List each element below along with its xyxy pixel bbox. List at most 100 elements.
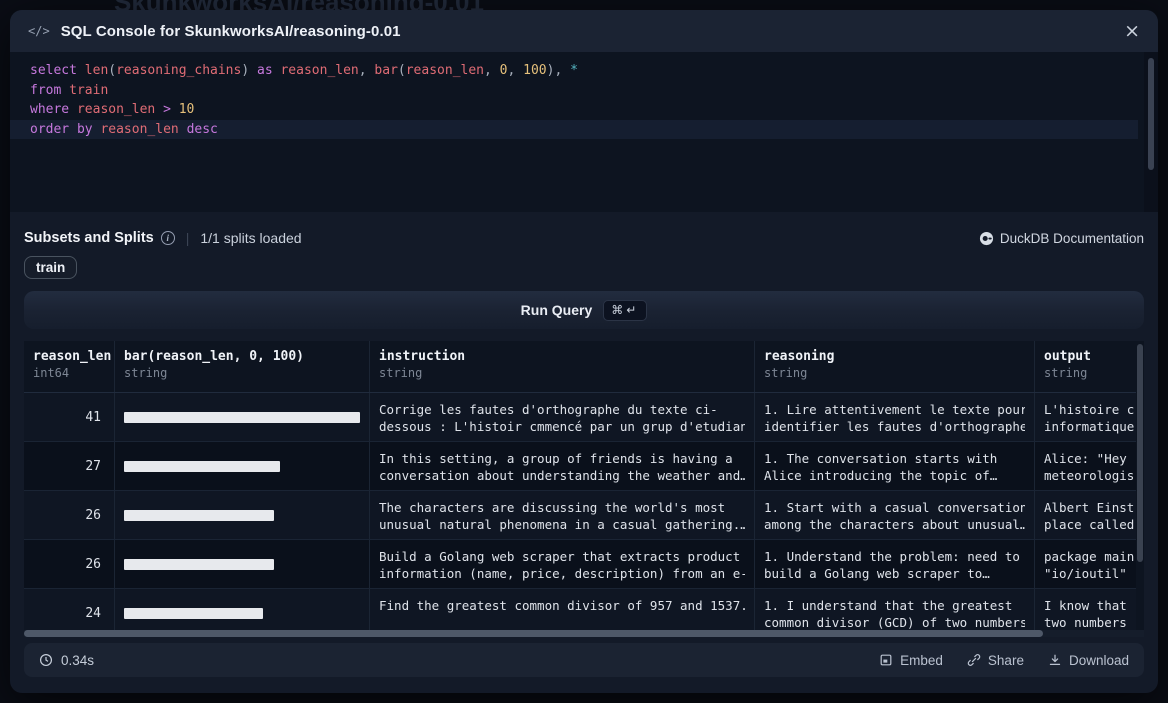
- editor-scrollbar-thumb[interactable]: [1148, 58, 1154, 170]
- cell-reason-len[interactable]: 26: [24, 491, 115, 539]
- divider: |: [186, 230, 190, 246]
- column-name: instruction: [379, 349, 745, 364]
- cell-line: place called: [1044, 516, 1135, 533]
- cell-line: Alice: "Hey g: [1044, 450, 1135, 467]
- cell-output[interactable]: Albert Einsteplace called: [1035, 491, 1144, 539]
- column-header-instruction: instruction string: [370, 341, 755, 392]
- sql-token: (: [108, 63, 116, 78]
- sql-token: [179, 122, 187, 137]
- cell-line: In this setting, a group of friends is h…: [379, 450, 745, 467]
- cell-reasoning[interactable]: 1. Understand the problem: need tobuild …: [755, 540, 1035, 588]
- cell-bar[interactable]: [115, 491, 370, 539]
- download-button[interactable]: Download: [1048, 653, 1129, 668]
- cell-line: conversation about understanding the wea…: [379, 467, 745, 484]
- duckdb-documentation-link[interactable]: DuckDB Documentation: [979, 231, 1144, 246]
- cell-reason-len[interactable]: 26: [24, 540, 115, 588]
- cell-reasoning[interactable]: 1. Start with a casual conversationamong…: [755, 491, 1035, 539]
- cell-reasoning[interactable]: 1. The conversation starts withAlice int…: [755, 442, 1035, 490]
- code-line: from train: [10, 81, 1138, 101]
- splits-chip-row: train: [24, 256, 1144, 279]
- cell-line: identifier les fautes d'orthographe…: [764, 418, 1025, 435]
- sql-token: ),: [547, 63, 563, 78]
- table-row: 26 Build a Golang web scraper that extrac…: [24, 540, 1144, 589]
- sql-token: [562, 63, 570, 78]
- sql-token: ,: [484, 63, 500, 78]
- column-name: reason_len: [33, 349, 105, 364]
- table-vertical-scrollbar-thumb[interactable]: [1137, 344, 1143, 562]
- sql-token: [61, 83, 69, 98]
- share-button[interactable]: Share: [967, 653, 1024, 668]
- column-name: reasoning: [764, 349, 1025, 364]
- cell-output[interactable]: package main "io/ioutil" ": [1035, 540, 1144, 588]
- screen: SkunkworksAI/reasoning-0.01 </> SQL Cons…: [0, 0, 1168, 703]
- cell-bar[interactable]: [115, 442, 370, 490]
- column-type: string: [379, 366, 745, 380]
- cell-reasoning[interactable]: 1. Lire attentivement le texte pourident…: [755, 393, 1035, 441]
- cell-line: I know that t: [1044, 597, 1135, 614]
- code-icon: </>: [28, 24, 50, 38]
- cell-line: Alice introducing the topic of…: [764, 467, 1025, 484]
- cell-line: Corrige les fautes d'orthographe du text…: [379, 401, 745, 418]
- cell-bar[interactable]: [115, 540, 370, 588]
- footer-actions: Embed Share: [879, 653, 1129, 668]
- close-icon[interactable]: ×: [1124, 22, 1140, 41]
- sql-token: [69, 102, 77, 117]
- sql-token: [249, 63, 257, 78]
- split-chip-train[interactable]: train: [24, 256, 77, 279]
- table-body: 41 Corrige les fautes d'orthographe du te…: [24, 393, 1144, 637]
- cell-line: 1. Start with a casual conversation: [764, 499, 1025, 516]
- sql-token: bar: [374, 63, 397, 78]
- sql-token: [77, 63, 85, 78]
- cell-instruction[interactable]: Corrige les fautes d'orthographe du text…: [370, 393, 755, 441]
- sql-token: [155, 102, 163, 117]
- embed-icon: [879, 653, 893, 667]
- table-horizontal-scrollbar: [24, 630, 1144, 637]
- sql-token: *: [570, 63, 578, 78]
- info-icon[interactable]: i: [161, 231, 175, 245]
- sql-token: 0: [500, 63, 508, 78]
- table-vertical-scrollbar: [1136, 341, 1144, 637]
- cell-line: 1. I understand that the greatest: [764, 597, 1025, 614]
- cell-line: Find the greatest common divisor of 957 …: [379, 597, 745, 614]
- cell-line: Albert Einste: [1044, 499, 1135, 516]
- subsets-row: Subsets and Splits i | 1/1 splits loaded…: [24, 228, 1144, 248]
- column-name: bar(reason_len, 0, 100): [124, 349, 360, 364]
- table-horizontal-scrollbar-thumb[interactable]: [24, 630, 1043, 637]
- footer-bar: 0.34s Embed: [24, 643, 1144, 677]
- cell-bar[interactable]: [115, 393, 370, 441]
- run-query-button[interactable]: Run Query ⌘↵: [24, 291, 1144, 329]
- cell-line: two numbers i: [1044, 614, 1135, 631]
- column-type: string: [1044, 366, 1135, 380]
- splits-loaded-text: 1/1 splits loaded: [200, 230, 301, 246]
- cell-line: information (name, price, description) f…: [379, 565, 745, 582]
- sql-token: ,: [359, 63, 375, 78]
- cell-line: 1. Understand the problem: need to: [764, 548, 1025, 565]
- modal-header: </> SQL Console for SkunkworksAI/reasoni…: [10, 10, 1158, 52]
- sql-token: ,: [508, 63, 524, 78]
- cell-line: informatique: [1044, 418, 1135, 435]
- share-link-icon: [967, 653, 981, 667]
- cell-instruction[interactable]: In this setting, a group of friends is h…: [370, 442, 755, 490]
- cell-line: common divisor (GCD) of two numbers…: [764, 614, 1025, 631]
- sql-token: from: [30, 83, 61, 98]
- cell-output[interactable]: L'histoire coinformatique: [1035, 393, 1144, 441]
- cell-line: The characters are discussing the world'…: [379, 499, 745, 516]
- sql-token: ): [241, 63, 249, 78]
- cell-output[interactable]: Alice: "Hey gmeteorologist: [1035, 442, 1144, 490]
- cell-line: unusual natural phenomena in a casual ga…: [379, 516, 745, 533]
- sql-token: reason_len: [77, 102, 155, 117]
- column-header-reason_len: reason_lenint64: [24, 341, 115, 392]
- cell-line: Build a Golang web scraper that extracts…: [379, 548, 745, 565]
- cell-reason-len[interactable]: 27: [24, 442, 115, 490]
- cell-instruction[interactable]: Build a Golang web scraper that extracts…: [370, 540, 755, 588]
- embed-button[interactable]: Embed: [879, 653, 943, 668]
- bar-visualization: [124, 412, 360, 423]
- sql-token: select: [30, 63, 77, 78]
- cell-reason-len[interactable]: 41: [24, 393, 115, 441]
- sql-token: where: [30, 102, 69, 117]
- cell-instruction[interactable]: The characters are discussing the world'…: [370, 491, 755, 539]
- sql-token: reason_len: [406, 63, 484, 78]
- sql-editor[interactable]: select len(reasoning_chains) as reason_l…: [10, 52, 1158, 212]
- code-line: select len(reasoning_chains) as reason_l…: [10, 61, 1138, 81]
- code-line: order by reason_len desc: [10, 120, 1138, 140]
